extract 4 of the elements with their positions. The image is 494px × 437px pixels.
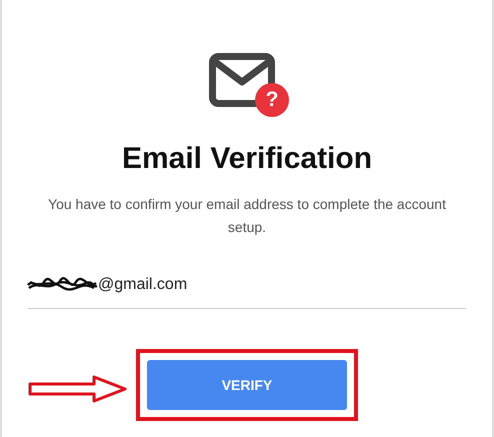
email-field[interactable]: @gmail.com (28, 272, 466, 309)
instruction-text: You have to confirm your email address to complete the account setup. (47, 195, 447, 237)
question-badge: ? (255, 83, 289, 117)
page-title: Email Verification (122, 141, 372, 177)
